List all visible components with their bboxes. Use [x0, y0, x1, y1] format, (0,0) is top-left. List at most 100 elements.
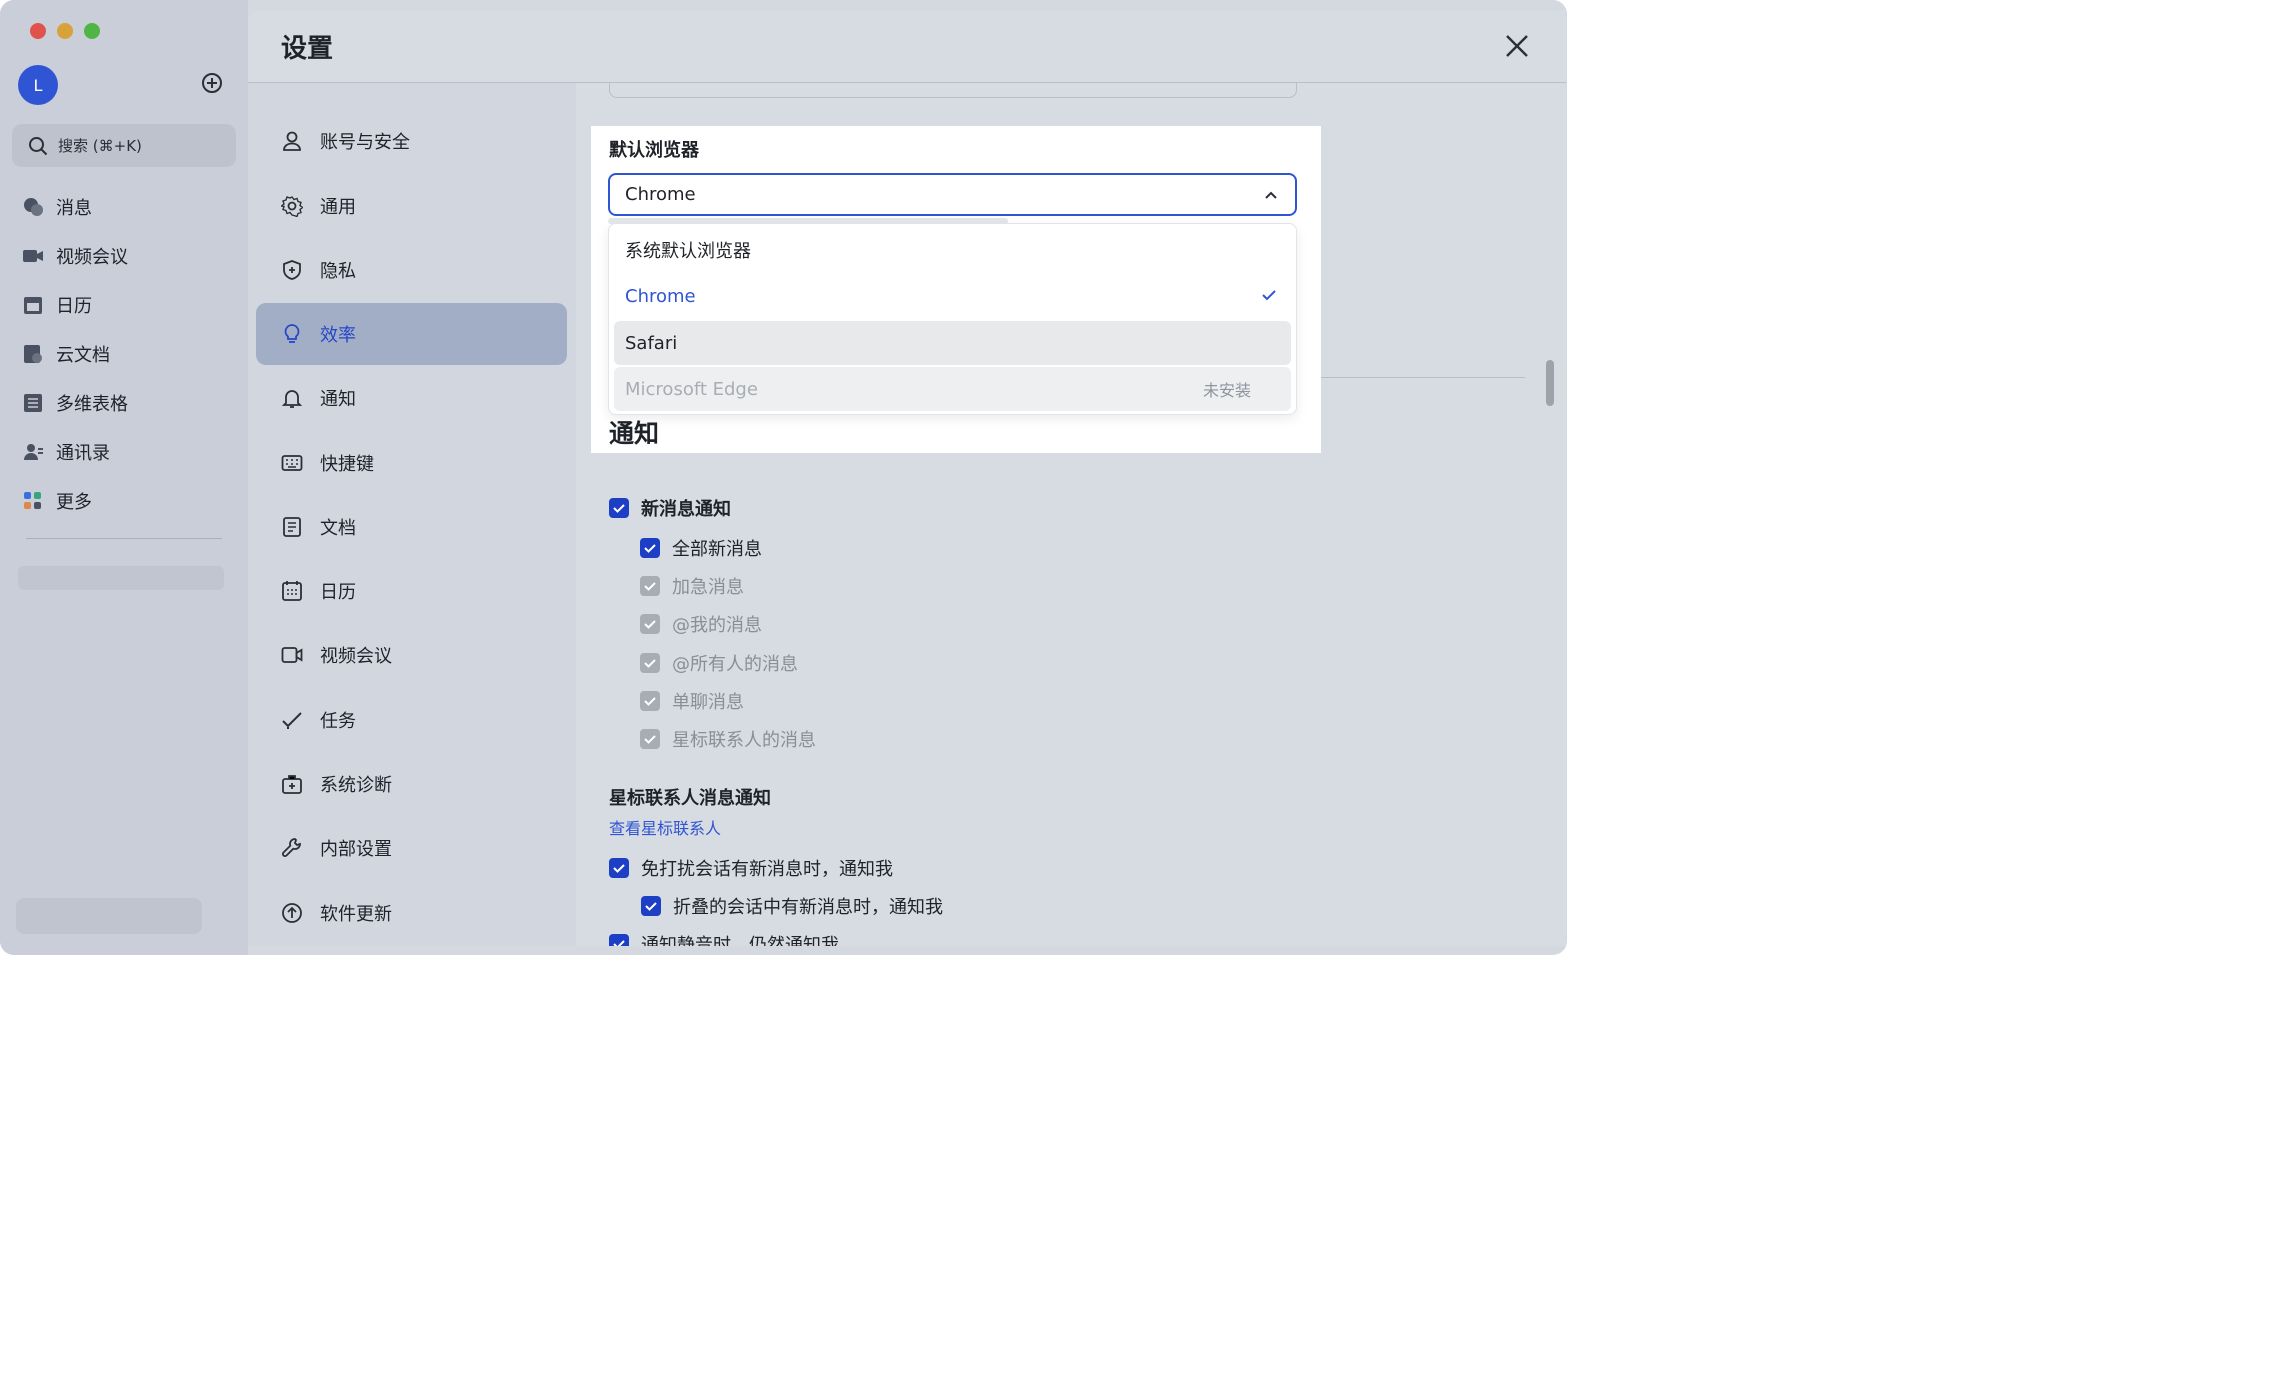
sidebar-item-calendar[interactable]: 日历: [22, 280, 128, 329]
sidebar-item-base[interactable]: 多维表格: [22, 378, 128, 427]
starred-heading: 星标联系人消息通知: [609, 788, 771, 809]
nav-privacy[interactable]: 隐私: [256, 239, 567, 301]
medical-kit-icon: [280, 772, 304, 796]
nav-label: 通用: [320, 197, 356, 218]
app-window: L 搜索 (⌘+K) 消息 视频会议 日历 云文档 多维表格 通讯录 更多 设置…: [0, 0, 1567, 955]
previous-field-edge: [609, 83, 1297, 98]
minimize-window-button[interactable]: [57, 23, 73, 39]
option-system-default[interactable]: 系统默认浏览器: [614, 228, 1291, 272]
avatar[interactable]: L: [18, 65, 58, 105]
app-sidebar: L 搜索 (⌘+K) 消息 视频会议 日历 云文档 多维表格 通讯录 更多: [0, 0, 248, 955]
upload-arrow-icon: [280, 901, 304, 925]
nav-internal-settings[interactable]: 内部设置: [256, 817, 567, 879]
search-placeholder: 搜索 (⌘+K): [58, 137, 142, 155]
checkbox-checked-icon: [640, 729, 660, 749]
browser-dropdown-menu: 系统默认浏览器 Chrome Safari Microsoft Edge 未安装: [608, 223, 1297, 415]
sidebar-item-contacts[interactable]: 通讯录: [22, 427, 128, 476]
checkbox-checked-icon: [640, 614, 660, 634]
view-starred-contacts-link[interactable]: 查看星标联系人: [609, 815, 721, 839]
task-check-icon: [280, 708, 304, 732]
settings-panel: 设置 账号与安全 通用 隐私 效率 通知 快捷键 文档 日历 视频会议 任务 系…: [248, 10, 1566, 946]
not-installed-tag: 未安装: [1202, 381, 1251, 400]
settings-nav: 账号与安全 通用 隐私 效率 通知 快捷键 文档 日历 视频会议 任务 系统诊断…: [248, 83, 576, 946]
shield-icon: [280, 258, 304, 282]
nav-label: 日历: [320, 582, 356, 603]
sidebar-item-more[interactable]: 更多: [22, 476, 128, 525]
checkbox-checked-icon: [609, 934, 629, 946]
starred-contacts-checkbox: 星标联系人的消息: [640, 726, 816, 752]
checkbox-label: 全部新消息: [672, 539, 762, 560]
nav-calendar[interactable]: 日历: [256, 560, 567, 622]
nav-notifications[interactable]: 通知: [256, 367, 567, 429]
nav-general[interactable]: 通用: [256, 175, 567, 237]
page-title: 设置: [281, 34, 334, 64]
search-input[interactable]: 搜索 (⌘+K): [12, 124, 236, 167]
settings-header: 设置: [248, 10, 1566, 83]
contacts-icon: [22, 441, 44, 463]
video-camera-icon: [22, 245, 44, 267]
scrollbar-thumb[interactable]: [1546, 360, 1554, 406]
sidebar-item-label: 通讯录: [56, 442, 110, 464]
mentions-checkbox: @我的消息: [640, 611, 762, 637]
option-label: Microsoft Edge: [625, 378, 758, 400]
nav-diagnostics[interactable]: 系统诊断: [256, 753, 567, 815]
close-button[interactable]: [1503, 32, 1531, 60]
nav-software-update[interactable]: 软件更新: [256, 882, 567, 944]
blurred-footer: [16, 898, 202, 934]
settings-content: 默认浏览器 Chrome 系统默认浏览器 Chrome Safari Micro…: [576, 83, 1566, 946]
checkbox-checked-icon: [609, 858, 629, 878]
chat-bubble-icon: [22, 196, 44, 218]
checkbox-label: @所有人的消息: [672, 654, 798, 675]
calendar-icon: [22, 294, 44, 316]
nav-label: 快捷键: [320, 454, 374, 475]
checkbox-label: 加急消息: [672, 577, 744, 598]
nav-docs[interactable]: 文档: [256, 496, 567, 558]
default-browser-label: 默认浏览器: [609, 140, 699, 161]
select-value: Chrome: [625, 184, 696, 205]
all-messages-checkbox[interactable]: 全部新消息: [640, 535, 762, 561]
checkbox-label: 新消息通知: [641, 499, 731, 520]
plus-icon: [207, 78, 217, 88]
maximize-window-button[interactable]: [84, 23, 100, 39]
close-window-button[interactable]: [30, 23, 46, 39]
nav-account-security[interactable]: 账号与安全: [256, 110, 567, 172]
checkbox-label: @我的消息: [672, 615, 762, 636]
checkbox-label: 折叠的会话中有新消息时，通知我: [673, 897, 943, 918]
folded-notify-checkbox[interactable]: 折叠的会话中有新消息时，通知我: [641, 893, 943, 919]
nav-label: 文档: [320, 518, 356, 539]
nav-label: 账号与安全: [320, 132, 410, 153]
wrench-icon: [280, 836, 304, 860]
sidebar-item-label: 消息: [56, 197, 92, 219]
option-safari[interactable]: Safari: [614, 321, 1291, 365]
blurred-item: [18, 566, 224, 590]
lightbulb-icon: [280, 322, 304, 346]
option-label: Chrome: [625, 285, 696, 307]
mute-notify-checkbox[interactable]: 通知静音时，仍然通知我: [609, 931, 839, 946]
checkbox-checked-icon: [640, 538, 660, 558]
dnd-notify-checkbox[interactable]: 免打扰会话有新消息时，通知我: [609, 855, 893, 881]
document-icon: [280, 515, 304, 539]
nav-shortcuts[interactable]: 快捷键: [256, 432, 567, 494]
nav-tasks[interactable]: 任务: [256, 689, 567, 751]
notifications-section-title: 通知: [609, 419, 660, 448]
nav-label: 隐私: [320, 261, 356, 282]
sidebar-item-messages[interactable]: 消息: [22, 182, 128, 231]
add-button[interactable]: [202, 73, 222, 93]
sidebar-item-label: 多维表格: [56, 393, 128, 415]
nav-efficiency[interactable]: 效率: [256, 303, 567, 365]
option-chrome[interactable]: Chrome: [614, 274, 1291, 318]
checkbox-label: 通知静音时，仍然通知我: [641, 935, 839, 946]
sidebar-item-label: 日历: [56, 295, 92, 317]
checkbox-label: 单聊消息: [672, 692, 744, 713]
table-icon: [22, 392, 44, 414]
new-message-checkbox[interactable]: 新消息通知: [609, 495, 731, 521]
sidebar-item-cloud-docs[interactable]: 云文档: [22, 329, 128, 378]
checkbox-checked-icon: [640, 576, 660, 596]
apps-grid-icon: [22, 490, 44, 512]
checkbox-checked-icon: [641, 896, 661, 916]
section-divider: [1321, 377, 1525, 378]
default-browser-select[interactable]: Chrome: [608, 173, 1297, 216]
sidebar-item-video[interactable]: 视频会议: [22, 231, 128, 280]
nav-video-meeting[interactable]: 视频会议: [256, 624, 567, 686]
default-browser-section: 默认浏览器 Chrome 系统默认浏览器 Chrome Safari Micro…: [591, 126, 1321, 453]
